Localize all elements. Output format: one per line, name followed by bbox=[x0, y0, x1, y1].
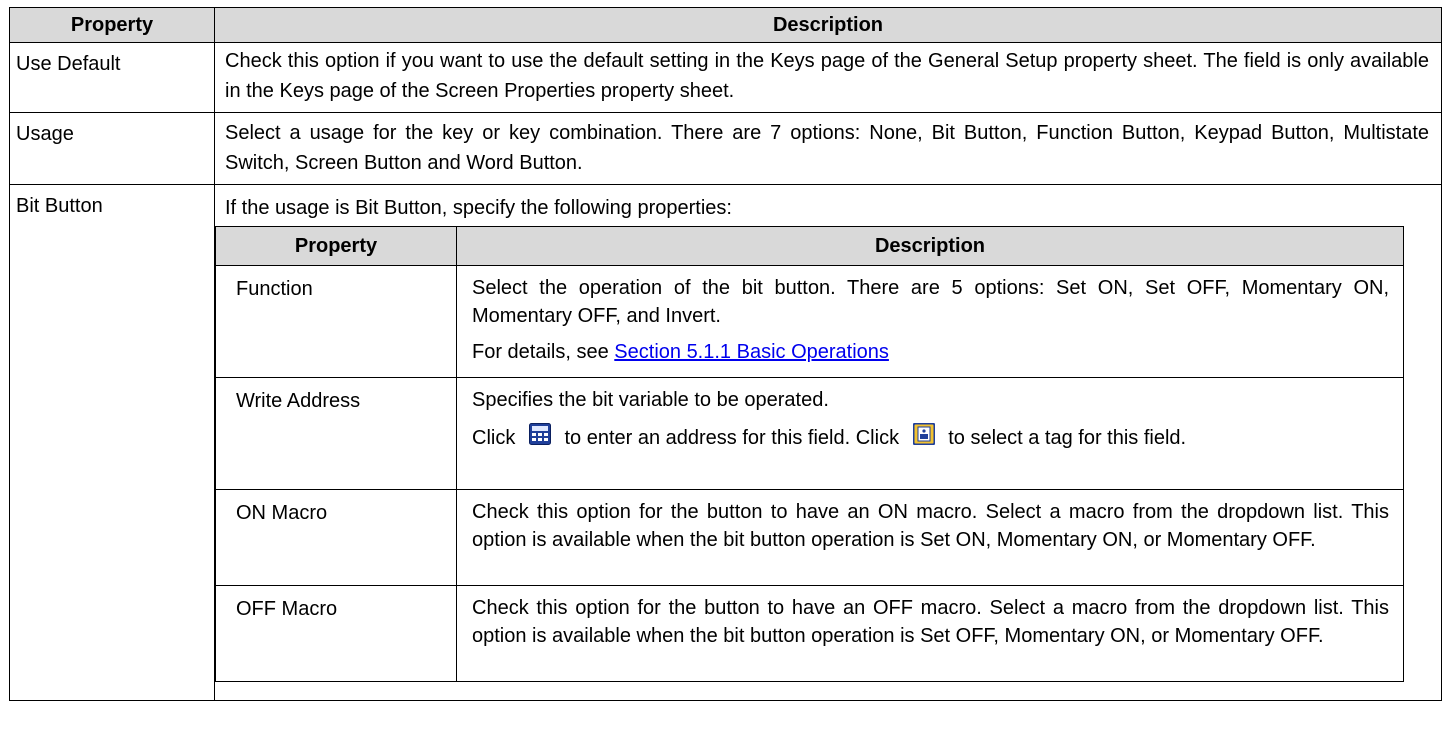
property-cell: OFF Macro bbox=[215, 585, 457, 682]
property-table: Property Description Use Default Check t… bbox=[9, 7, 1442, 701]
inner-header-property: Property bbox=[215, 226, 457, 266]
bottom-spacer bbox=[215, 682, 1441, 700]
click-label: Click bbox=[472, 427, 516, 449]
bit-button-table: Property Description Function Select the… bbox=[215, 226, 1404, 682]
table-row: OFF Macro Check this option for the butt… bbox=[215, 585, 1404, 682]
property-cell: Function bbox=[215, 265, 457, 378]
table-row: Use Default Check this option if you wan… bbox=[9, 42, 1442, 113]
description-cell: Select a usage for the key or key combin… bbox=[214, 112, 1442, 185]
inner-header-description: Description bbox=[456, 226, 1404, 266]
click-instructions: Click to enter an address for this field… bbox=[472, 422, 1389, 454]
property-cell: Use Default bbox=[9, 42, 215, 113]
details-line: For details, see Section 5.1.1 Basic Ope… bbox=[472, 338, 1389, 366]
description-cell: If the usage is Bit Button, specify the … bbox=[214, 184, 1442, 701]
property-cell: Usage bbox=[9, 112, 215, 185]
inner-header-row: Property Description bbox=[215, 226, 1404, 266]
table-row: Function Select the operation of the bit… bbox=[215, 265, 1404, 378]
table-row: Usage Select a usage for the key or key … bbox=[9, 112, 1442, 185]
address-instruction: to enter an address for this field. Clic… bbox=[564, 427, 900, 449]
calculator-icon[interactable] bbox=[528, 423, 551, 445]
property-cell: ON Macro bbox=[215, 489, 457, 586]
table-row: Write Address Specifies the bit variable… bbox=[215, 377, 1404, 490]
table-row: Bit Button If the usage is Bit Button, s… bbox=[9, 184, 1442, 701]
header-description: Description bbox=[214, 7, 1442, 43]
details-prefix: For details, see bbox=[472, 341, 615, 363]
description-cell: Check this option if you want to use the… bbox=[214, 42, 1442, 113]
header-row: Property Description bbox=[9, 7, 1442, 43]
header-property: Property bbox=[9, 7, 215, 43]
bit-button-intro: If the usage is Bit Button, specify the … bbox=[225, 197, 732, 219]
tag-instruction: to select a tag for this field. bbox=[948, 427, 1187, 449]
tag-icon[interactable] bbox=[912, 422, 936, 446]
description-cell: Check this option for the button to have… bbox=[456, 585, 1404, 682]
description-cell: Check this option for the button to have… bbox=[456, 489, 1404, 586]
section-link[interactable]: Section 5.1.1 Basic Operations bbox=[614, 341, 889, 363]
function-description: Select the operation of the bit button. … bbox=[472, 277, 1389, 327]
description-cell: Specifies the bit variable to be operate… bbox=[456, 377, 1404, 490]
description-cell: Select the operation of the bit button. … bbox=[456, 265, 1404, 378]
write-address-description: Specifies the bit variable to be operate… bbox=[472, 389, 829, 411]
property-cell: Bit Button bbox=[9, 184, 215, 701]
property-cell: Write Address bbox=[215, 377, 457, 490]
table-row: ON Macro Check this option for the butto… bbox=[215, 489, 1404, 586]
